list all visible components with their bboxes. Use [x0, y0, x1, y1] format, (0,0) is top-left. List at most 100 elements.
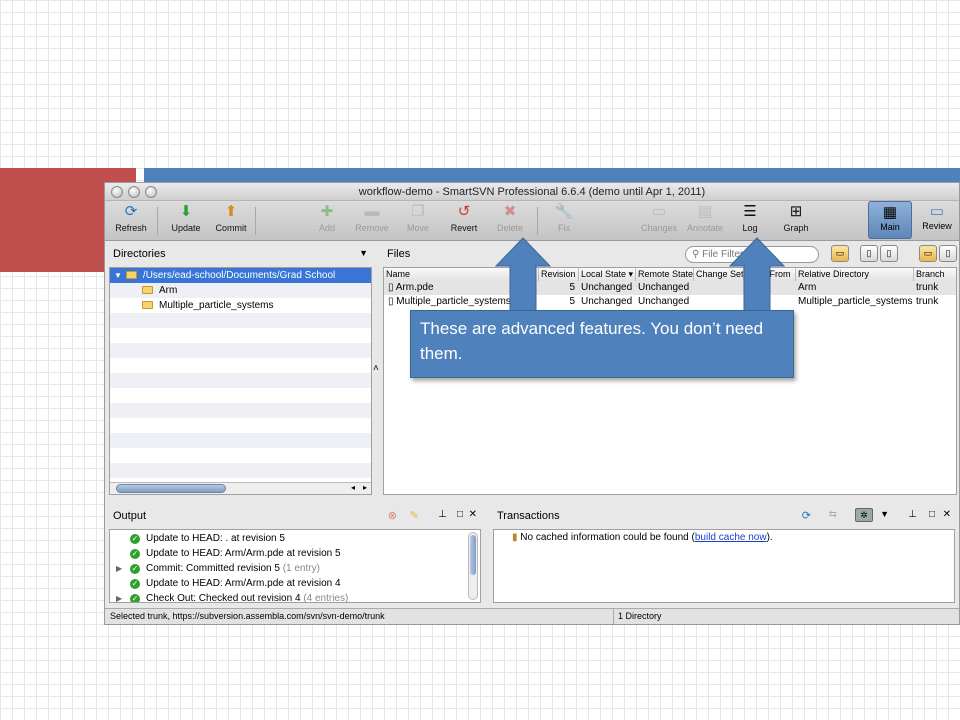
graph-button[interactable]: ⊞ Graph [772, 203, 820, 233]
pencil-icon[interactable]: ✎ [410, 509, 419, 522]
show-folders-button[interactable]: ▭ [831, 245, 849, 262]
table-row[interactable]: ▯ Multiple_particle_systems.pde 5 Unchan… [384, 295, 956, 309]
folder-icon: ▭ [923, 248, 933, 258]
show-ignored-button[interactable]: ▭ [919, 245, 937, 262]
success-check-icon: ✓ [130, 549, 140, 559]
refresh-button[interactable]: ⟳ Refresh [107, 203, 155, 233]
graph-icon: ⊞ [789, 203, 803, 220]
splitter-handle-icon[interactable]: ˄ [373, 363, 379, 374]
tree-root-item[interactable]: ▼/Users/ead-school/Documents/Grad School [110, 268, 371, 283]
disclosure-triangle-icon[interactable]: ▼ [114, 271, 122, 280]
file-question-icon: ▯ [886, 248, 892, 258]
file-icon: ▯ [388, 296, 394, 307]
expand-triangle-icon[interactable]: ▶ [116, 561, 122, 576]
revert-icon: ↺ [457, 203, 471, 220]
transactions-list: ▮ No cached information could be found (… [493, 529, 955, 603]
expand-triangle-icon[interactable]: ▶ [116, 591, 122, 602]
close-icon[interactable]: ✕ [943, 509, 951, 520]
column-header-branch[interactable]: Branch [914, 268, 956, 281]
search-icon: ⚲ [692, 249, 700, 260]
database-icon: ▮ [512, 532, 518, 543]
show-removed-button[interactable]: ▯ [939, 245, 957, 262]
folder-icon [142, 301, 153, 309]
move-icon: ❐ [411, 203, 425, 220]
scrollbar-thumb[interactable] [116, 484, 226, 493]
changes-button[interactable]: ▭ Changes [635, 203, 683, 233]
decorative-blue-bar [144, 168, 960, 182]
status-text-right: 1 Directory [613, 609, 662, 624]
refresh-icon: ⟳ [124, 203, 138, 220]
show-unversioned-button[interactable]: ▯ [880, 245, 898, 262]
annotation-callout: These are advanced features. You don’t n… [410, 310, 794, 378]
success-check-icon: ✓ [130, 534, 140, 544]
close-icon[interactable]: ✕ [469, 509, 477, 520]
annotate-button[interactable]: ▤ Annotate [681, 203, 729, 233]
commit-button[interactable]: ⬆ Commit [207, 203, 255, 233]
column-header-remote-state[interactable]: Remote State [636, 268, 694, 281]
transfer-icon[interactable]: ⇆ [829, 509, 837, 520]
review-view-icon: ▭ [929, 203, 945, 220]
update-button[interactable]: ⬇ Update [162, 203, 210, 233]
directories-tree: ▼/Users/ead-school/Documents/Grad School… [109, 267, 372, 495]
file-icon: ▯ [388, 282, 394, 293]
main-view-icon: ▦ [882, 204, 898, 221]
success-check-icon: ✓ [130, 564, 140, 574]
changes-icon: ▭ [651, 203, 667, 220]
pin-icon[interactable]: ⊥ [438, 509, 447, 520]
clear-icon[interactable]: ⊗ [388, 509, 397, 522]
files-header: Files [387, 248, 411, 260]
build-cache-link[interactable]: build cache now [695, 532, 767, 543]
files-table: Name Revision Local State ▾ Remote State… [383, 267, 957, 495]
list-item[interactable]: ✓ Update to HEAD: Arm/Arm.pde at revision… [110, 546, 480, 561]
folder-icon: ▭ [835, 248, 845, 258]
callout-arrow-left [494, 237, 552, 315]
maximize-icon[interactable]: □ [929, 509, 935, 520]
status-bar: Selected trunk, https://subversion.assem… [105, 608, 959, 624]
wrench-icon: 🔧 [554, 203, 574, 220]
fix-button[interactable]: 🔧 Fix [540, 203, 588, 233]
window-title: workflow-demo - SmartSVN Professional 6.… [358, 186, 706, 198]
show-unchanged-button[interactable]: ▯ [860, 245, 878, 262]
chevron-down-icon[interactable]: ▼ [880, 509, 889, 519]
table-row[interactable]: ▯ Arm.pde 5 Unchanged Unchanged Arm trun… [384, 281, 956, 295]
output-header: Output ⊗ ✎ ⊥ □ ✕ [113, 509, 477, 522]
remove-icon: ▬ [364, 203, 380, 220]
directories-horizontal-scrollbar[interactable]: ◂ ▸ [110, 482, 371, 494]
review-view-toggle[interactable]: ▭ Review [915, 201, 959, 239]
list-item[interactable]: ▶ ✓ Commit: Committed revision 5 (1 entry) [110, 561, 480, 576]
delete-button[interactable]: ✖ Delete [486, 203, 534, 233]
toolbar: ⟳ Refresh ⬇ Update ⬆ Commit ✚ Add ▬ Remove ❐ M… [105, 201, 959, 241]
scroll-right-icon[interactable]: ▸ [363, 483, 367, 492]
output-list: ✓ Update to HEAD: . at revision 5 ✓ Update… [109, 529, 481, 603]
move-button[interactable]: ❐ Move [394, 203, 442, 233]
transactions-header: Transactions ⟳ ⇆ ✲ ▼ ⊥ □ ✕ [497, 508, 951, 522]
success-check-icon: ✓ [130, 594, 140, 603]
output-vertical-scrollbar[interactable] [468, 532, 478, 600]
column-header-local-state[interactable]: Local State ▾ [579, 268, 636, 281]
tree-item-arm[interactable]: Arm [110, 283, 371, 298]
list-item[interactable]: ▶ ✓ Check Out: Checked out revision 4 (4 e… [110, 591, 480, 603]
folder-icon [125, 271, 137, 279]
tree-item-multiple-particle-systems[interactable]: Multiple_particle_systems [110, 298, 371, 313]
directories-menu-icon[interactable]: ▼ [359, 248, 368, 258]
list-item[interactable]: ✓ Update to HEAD: . at revision 5 [110, 531, 480, 546]
scroll-left-icon[interactable]: ◂ [351, 483, 355, 492]
log-icon: ☰ [743, 203, 757, 220]
scrollbar-thumb[interactable] [470, 535, 476, 575]
pin-icon[interactable]: ⊥ [908, 509, 917, 520]
refresh-icon[interactable]: ⟳ [802, 509, 811, 522]
log-button[interactable]: ☰ Log [726, 203, 774, 233]
list-item[interactable]: ✓ Update to HEAD: Arm/Arm.pde at revision… [110, 576, 480, 591]
delete-icon: ✖ [503, 203, 517, 220]
file-stack-icon: ▯ [945, 248, 951, 258]
settings-icon[interactable]: ✲ [855, 508, 873, 522]
add-button[interactable]: ✚ Add [303, 203, 351, 233]
main-view-toggle[interactable]: ▦ Main [868, 201, 912, 239]
commit-icon: ⬆ [224, 203, 238, 220]
remove-button[interactable]: ▬ Remove [348, 203, 396, 233]
maximize-icon[interactable]: □ [457, 509, 463, 520]
revert-button[interactable]: ↺ Revert [440, 203, 488, 233]
column-header-relative-directory[interactable]: Relative Directory [796, 268, 914, 281]
folder-icon [142, 286, 153, 294]
file-icon: ▯ [866, 248, 872, 258]
